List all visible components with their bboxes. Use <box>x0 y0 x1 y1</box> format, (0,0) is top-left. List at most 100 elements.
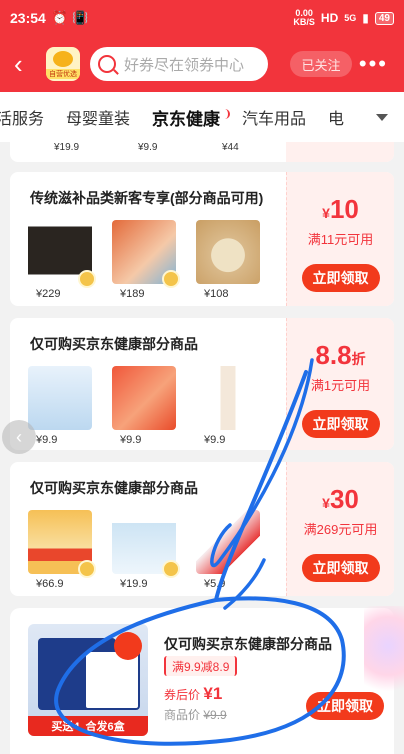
tab-auto[interactable]: 汽车用品 <box>242 105 306 129</box>
status-bar: 23:54 ⏰ 📳 0.00 KB/S HD 5G ▮ 49 <box>0 0 404 36</box>
coin-badge-icon <box>78 270 96 288</box>
coupon-title: 仅可购买京东健康部分商品 <box>30 480 198 496</box>
product-list: ¥229 ¥189 ¥108 <box>28 220 260 300</box>
amount-value: 30 <box>329 484 359 514</box>
coupon-title: 传统滋补品类新客专享(部分商品可用) <box>30 190 264 206</box>
coin-badge-icon <box>78 560 96 578</box>
coupon-card-partial: ¥19.9 ¥9.9 ¥44 <box>10 142 394 162</box>
tabs-expand-button[interactable] <box>360 92 404 142</box>
shop-logo-label: 自营优选 <box>46 69 80 79</box>
ribbon-text: 合发6盒 <box>85 721 125 733</box>
top-bar: 23:54 ⏰ 📳 0.00 KB/S HD 5G ▮ 49 ‹ 自营优选 好券… <box>0 0 404 92</box>
orig-price-label: 商品价 <box>164 708 201 722</box>
search-input[interactable]: 好券尽在领券中心 <box>90 47 268 81</box>
shop-logo[interactable]: 自营优选 <box>46 47 80 81</box>
currency-symbol: ¥ <box>322 495 330 511</box>
claim-button[interactable]: 立即领取 <box>301 554 380 582</box>
product-image <box>28 366 92 430</box>
product-image <box>196 220 260 284</box>
product-item[interactable]: ¥9.9 <box>112 366 176 446</box>
tab-baby[interactable]: 母婴童装 <box>66 105 130 129</box>
promo-tag-icon <box>114 632 142 660</box>
tab-partial[interactable]: 电 <box>328 105 344 129</box>
product-price: ¥9.9 <box>120 434 142 446</box>
nav-bar: ‹ 自营优选 好券尽在领券中心 已关注 ••• <box>0 36 404 92</box>
orig-price-value: ¥9.9 <box>203 708 227 722</box>
alarm-icon: ⏰ <box>51 10 68 25</box>
coupon-title: 仅可购买京东健康部分商品 <box>30 336 198 352</box>
discount-badge: 满9.9减8.9 <box>164 656 238 676</box>
coupon-card: 仅可购买京东健康部分商品 ¥9.9 ¥9.9 ¥9.9 8.8折 满1元可用 立… <box>10 318 394 450</box>
tab-life-service[interactable]: 活服务 <box>0 105 44 129</box>
amount-suffix: 折 <box>351 351 366 367</box>
product-price: ¥108 <box>204 288 229 300</box>
coupon-card: 传统滋补品类新客专享(部分商品可用) ¥229 ¥189 ¥108 ¥10 满1… <box>10 172 394 306</box>
claim-button[interactable]: 立即领取 <box>301 410 380 438</box>
search-icon <box>98 55 116 73</box>
product-item[interactable]: ¥229 <box>28 220 96 300</box>
product-price: ¥19.9 <box>120 578 148 590</box>
coupon-condition: 满1元可用 <box>310 378 371 393</box>
product-list: ¥66.9 ¥19.9 ¥5.9 <box>28 510 260 590</box>
coupon-info: 传统滋补品类新客专享(部分商品可用) ¥229 ¥189 ¥108 <box>10 172 286 306</box>
currency-symbol: ¥ <box>322 205 330 221</box>
product-item[interactable]: ¥19.9 <box>112 510 180 590</box>
product-price: ¥9.9 <box>138 142 158 153</box>
after-price-value: ¥1 <box>203 684 223 703</box>
claim-button[interactable]: 立即领取 <box>301 264 380 292</box>
signal-bars-icon: ▮ <box>362 11 369 25</box>
battery-icon: 49 <box>374 11 394 25</box>
product-item[interactable]: ¥108 <box>196 220 260 300</box>
coupon-condition: 满269元可用 <box>303 522 378 537</box>
side-back-icon[interactable]: ‹ <box>2 420 36 454</box>
category-tabs: 活服务 母婴童装 京东健康 汽车用品 电 <box>0 92 404 142</box>
coupon-value-panel: ¥10 满11元可用 立即领取 <box>286 172 394 306</box>
vibrate-icon: 📳 <box>72 10 89 25</box>
coupon-value-panel: 8.8折 满1元可用 立即领取 <box>286 318 394 450</box>
product-item[interactable]: ¥9.9 <box>28 366 92 446</box>
featured-coupon-title: 仅可购买京东健康部分商品 <box>164 636 332 652</box>
original-price: 商品价 ¥9.9 <box>164 706 227 723</box>
back-arrow-icon[interactable]: ‹ <box>14 49 36 80</box>
product-price: ¥5.9 <box>204 578 226 590</box>
search-placeholder: 好券尽在领券中心 <box>124 56 245 74</box>
coupon-amount: 8.8折 <box>315 340 365 371</box>
product-list: ¥9.9 ¥9.9 ¥9.9 <box>28 366 260 446</box>
product-price: ¥44 <box>222 142 239 153</box>
follow-button[interactable]: 已关注 <box>290 51 352 77</box>
coupon-info: 仅可购买京东健康部分商品 ¥66.9 ¥19.9 ¥5.9 <box>10 462 286 596</box>
product-image <box>196 366 260 430</box>
product-item[interactable]: ¥189 <box>112 220 180 300</box>
speed-unit: KB/S <box>293 17 315 27</box>
product-item[interactable]: ¥9.9 <box>196 366 260 446</box>
product-price: ¥66.9 <box>36 578 64 590</box>
network-hd-label: HD <box>320 11 339 25</box>
coupon-info: 仅可购买京东健康部分商品 ¥9.9 ¥9.9 ¥9.9 <box>10 318 286 450</box>
product-image <box>112 220 180 288</box>
chevron-down-icon <box>376 113 388 121</box>
promo-ribbon: 买送4 合发6盒 <box>28 716 148 736</box>
product-price: ¥9.9 <box>204 434 226 446</box>
signal-5g-label: 5G <box>344 13 357 23</box>
more-dots-icon[interactable]: ••• <box>359 51 388 77</box>
product-price: ¥189 <box>120 288 145 300</box>
coupon-amount: ¥10 <box>322 194 359 225</box>
coin-badge-icon <box>162 270 180 288</box>
amount-value: 10 <box>329 194 359 224</box>
featured-coupon-card: 买送4 合发6盒 仅可购买京东健康部分商品 满9.9减8.9 券后价 ¥1 商品… <box>10 608 394 754</box>
product-image <box>196 510 260 574</box>
tab-jd-health[interactable]: 京东健康 <box>152 105 231 130</box>
product-price: ¥9.9 <box>36 434 58 446</box>
product-image <box>112 510 180 578</box>
after-coupon-price: 券后价 ¥1 <box>164 684 222 704</box>
coupon-value-panel <box>286 142 394 162</box>
ribbon-text: 买送4 <box>51 721 80 733</box>
status-time: 23:54 <box>10 10 46 26</box>
floating-ad-graphic[interactable] <box>364 606 404 706</box>
product-image <box>112 366 176 430</box>
product-item[interactable]: ¥5.9 <box>196 510 260 590</box>
product-price: ¥19.9 <box>54 142 80 153</box>
status-icons: ⏰ 📳 <box>52 10 88 26</box>
product-item[interactable]: ¥66.9 <box>28 510 96 590</box>
featured-product-image[interactable]: 买送4 合发6盒 <box>28 624 148 736</box>
